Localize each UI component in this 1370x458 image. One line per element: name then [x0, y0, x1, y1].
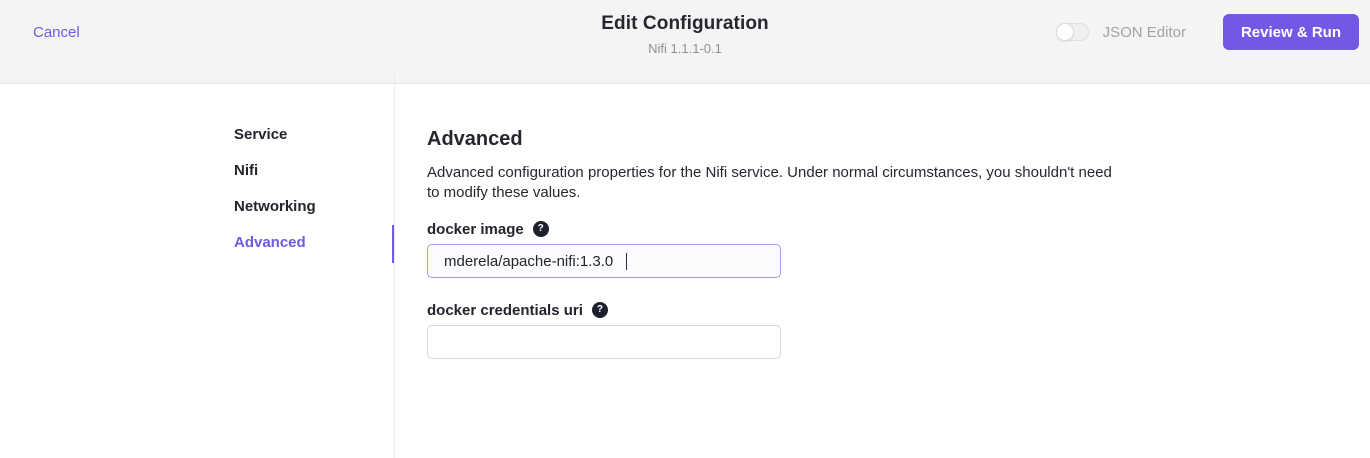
docker-image-input[interactable]	[427, 244, 781, 278]
docker-credentials-field-group: docker credentials uri ?	[427, 301, 1370, 359]
docker-image-field-group: docker image ?	[427, 220, 1370, 278]
input-wrap	[427, 325, 781, 359]
input-wrap	[427, 244, 781, 278]
sidebar-item-service[interactable]: Service	[0, 117, 395, 153]
edit-configuration-screen: Cancel Edit Configuration Nifi 1.1.1-0.1…	[0, 0, 1370, 458]
sidebar-item-label: Advanced	[234, 234, 306, 251]
field-label-row: docker credentials uri ?	[427, 301, 1370, 319]
section-description: Advanced configuration properties for th…	[427, 163, 1127, 203]
title-block: Edit Configuration Nifi 1.1.1-0.1	[601, 13, 769, 56]
review-and-run-button[interactable]: Review & Run	[1223, 14, 1359, 50]
section-heading: Advanced	[427, 128, 1370, 151]
help-question-icon[interactable]: ?	[592, 302, 608, 318]
sidebar-item-nifi[interactable]: Nifi	[0, 153, 395, 189]
page-subtitle: Nifi 1.1.1-0.1	[601, 41, 769, 56]
page-title: Edit Configuration	[601, 13, 769, 35]
json-editor-toggle[interactable]	[1056, 23, 1089, 41]
sidebar: Service Nifi Networking Advanced	[0, 84, 395, 458]
toggle-knob-icon	[1056, 23, 1074, 41]
docker-image-label: docker image	[427, 221, 524, 238]
json-editor-label: JSON Editor	[1103, 24, 1186, 41]
sidebar-divider	[394, 70, 395, 458]
field-label-row: docker image ?	[427, 220, 1370, 238]
sidebar-item-networking[interactable]: Networking	[0, 189, 395, 225]
docker-credentials-uri-label: docker credentials uri	[427, 302, 583, 319]
main-content: Advanced Advanced configuration properti…	[427, 84, 1370, 458]
cancel-button[interactable]: Cancel	[33, 24, 80, 41]
header: Cancel Edit Configuration Nifi 1.1.1-0.1…	[0, 0, 1370, 84]
header-actions: JSON Editor Review & Run	[1056, 14, 1359, 50]
sidebar-item-advanced[interactable]: Advanced	[0, 225, 395, 261]
docker-credentials-uri-input[interactable]	[427, 325, 781, 359]
help-question-icon[interactable]: ?	[533, 221, 549, 237]
sidebar-nav: Service Nifi Networking Advanced	[0, 84, 395, 261]
